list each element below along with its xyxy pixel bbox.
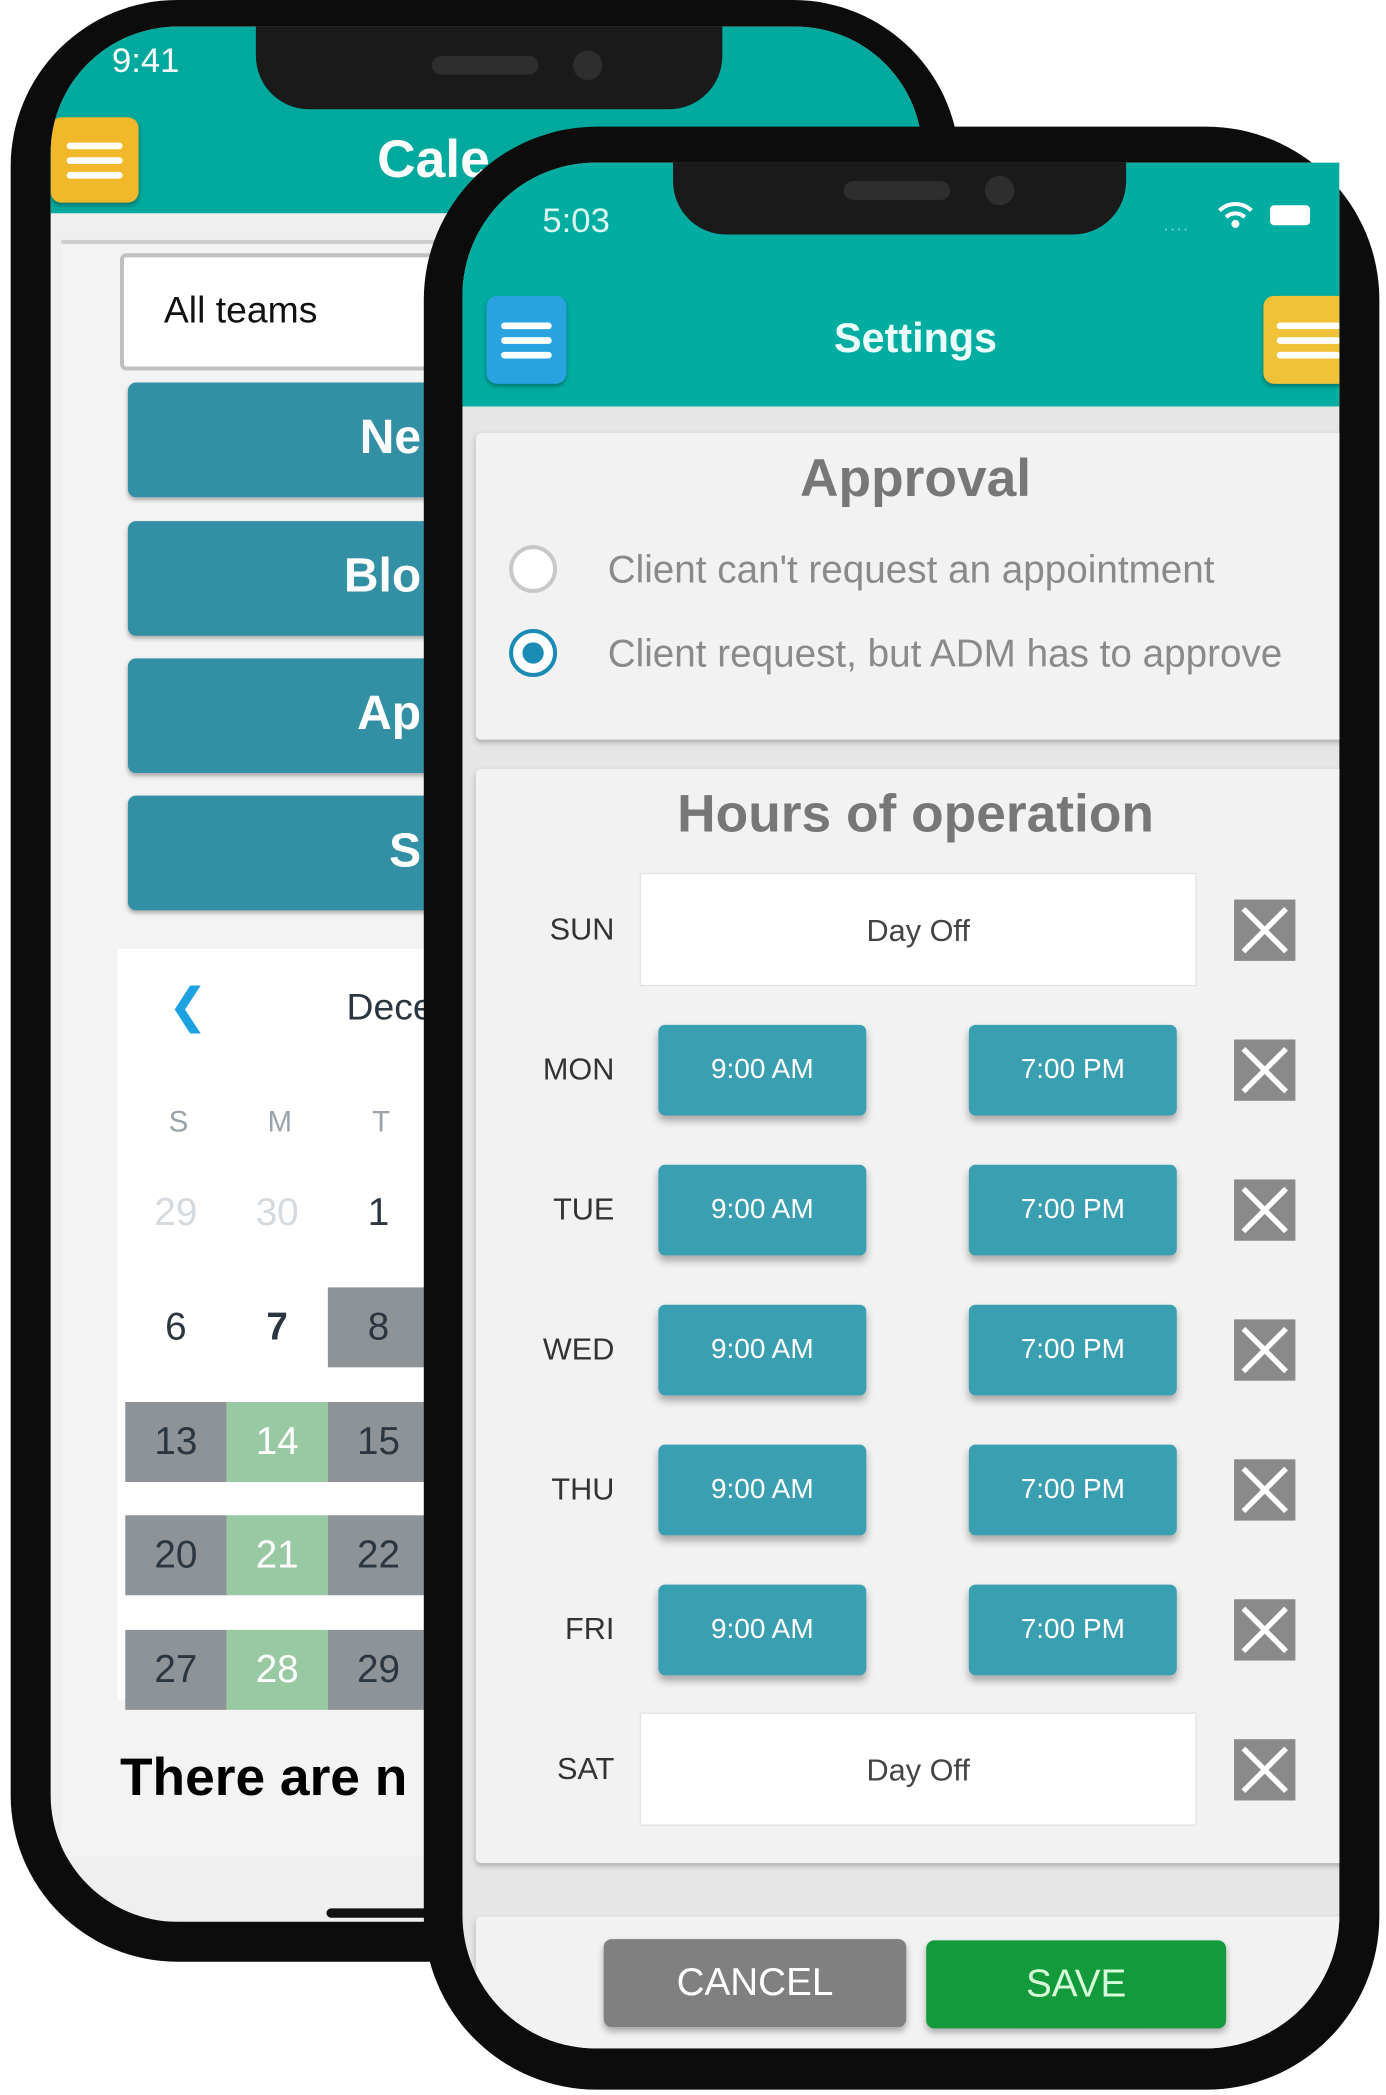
action-button-label: Ne	[359, 409, 422, 464]
weekday-header: T	[372, 1104, 391, 1139]
action-button-label: S	[389, 822, 422, 877]
hours-title: Hours of operation	[677, 784, 1154, 844]
radio-no-requests[interactable]	[509, 545, 558, 594]
day-label: SUN	[549, 911, 615, 947]
calendar-day[interactable]: 21	[226, 1515, 328, 1596]
settings-screen: 5:03 .... Settings Approval Client can't…	[462, 162, 1340, 2049]
day-label: TUE	[553, 1191, 615, 1227]
clear-day-icon[interactable]	[1234, 1319, 1296, 1381]
battery-icon	[1270, 205, 1311, 226]
clear-day-icon[interactable]	[1234, 1459, 1296, 1521]
menu-button[interactable]	[50, 117, 139, 203]
action-button-label: Ap	[357, 685, 422, 740]
clear-day-icon[interactable]	[1234, 899, 1296, 961]
day-label: MON	[542, 1051, 615, 1087]
clear-day-icon[interactable]	[1234, 1739, 1296, 1801]
calendar-day[interactable]: 6	[125, 1287, 226, 1367]
calendar-day[interactable]: 7	[227, 1287, 328, 1367]
calendar-day[interactable]: 28	[226, 1629, 328, 1710]
close-time-button[interactable]: 7:00 PM	[968, 1164, 1177, 1256]
calendar-day[interactable]: 15	[327, 1402, 430, 1482]
open-time-button[interactable]: 9:00 AM	[658, 1164, 867, 1256]
calendar-day[interactable]: 1	[328, 1173, 429, 1253]
team-select-value: All teams	[163, 289, 318, 331]
right-menu-button[interactable]	[1263, 295, 1340, 384]
prev-month-icon[interactable]: ❮	[168, 978, 208, 1034]
radio-admin-approve[interactable]	[509, 629, 558, 678]
calendar-day[interactable]: 14	[226, 1402, 328, 1482]
month-label: Dece	[346, 986, 434, 1028]
header-title: Settings	[834, 314, 998, 362]
close-time-button[interactable]: 7:00 PM	[968, 1024, 1177, 1116]
day-off-field[interactable]: Day Off	[639, 1712, 1197, 1826]
approval-title: Approval	[800, 449, 1032, 508]
weekday-header: S	[168, 1104, 189, 1139]
close-time-button[interactable]: 7:00 PM	[968, 1304, 1177, 1396]
close-time-button[interactable]: 7:00 PM	[968, 1584, 1177, 1676]
cancel-button[interactable]: CANCEL	[603, 1939, 907, 2028]
open-time-button[interactable]: 9:00 AM	[658, 1024, 867, 1116]
open-time-button[interactable]: 9:00 AM	[658, 1304, 867, 1396]
clear-day-icon[interactable]	[1234, 1599, 1296, 1661]
calendar-day[interactable]: 8	[327, 1287, 430, 1368]
day-label: SAT	[557, 1751, 615, 1786]
day-label: WED	[542, 1331, 615, 1367]
day-off-field[interactable]: Day Off	[639, 872, 1197, 987]
day-label: FRI	[564, 1611, 615, 1646]
calendar-day[interactable]: 20	[125, 1515, 227, 1596]
wifi-icon	[1217, 200, 1254, 236]
open-time-button[interactable]: 9:00 AM	[658, 1584, 867, 1676]
close-time-button[interactable]: 7:00 PM	[968, 1444, 1177, 1536]
calendar-day[interactable]: 29	[125, 1173, 226, 1253]
calendar-day[interactable]: 13	[125, 1402, 227, 1482]
status-time: 5:03	[542, 199, 610, 240]
notch	[673, 162, 1127, 235]
option-label: Client request, but ADM has to approve	[607, 633, 1283, 676]
notch	[255, 26, 723, 110]
action-button-label: Blo	[343, 547, 422, 603]
calendar-day[interactable]: 22	[327, 1515, 430, 1596]
calendar-day[interactable]: 29	[327, 1629, 430, 1710]
front-phone: 5:03 .... Settings Approval Client can't…	[423, 126, 1380, 2090]
status-time: 9:41	[111, 39, 180, 80]
calendar-day[interactable]: 30	[227, 1173, 328, 1253]
day-label: THU	[551, 1471, 615, 1506]
empty-message: There are n	[119, 1748, 408, 1808]
save-button[interactable]: SAVE	[926, 1940, 1227, 2029]
clear-day-icon[interactable]	[1234, 1179, 1296, 1241]
clear-day-icon[interactable]	[1234, 1039, 1296, 1101]
signal-dots: ....	[1163, 213, 1190, 235]
open-time-button[interactable]: 9:00 AM	[658, 1444, 867, 1536]
option-label: Client can't request an appointment	[607, 549, 1215, 592]
calendar-day[interactable]: 27	[125, 1629, 227, 1710]
weekday-header: M	[267, 1104, 293, 1139]
